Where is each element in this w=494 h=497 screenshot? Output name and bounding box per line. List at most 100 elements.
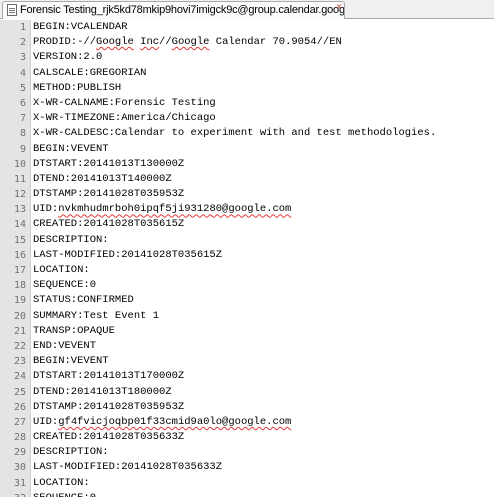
line-text: BEGIN:VCALENDAR — [33, 20, 128, 35]
code-area[interactable]: 1 BEGIN:VCALENDAR 2 PRODID:-//Google Inc//G… — [0, 20, 494, 497]
text-segment: STATUS:CONFIRMED — [33, 294, 134, 307]
line-number: 28 — [13, 432, 26, 444]
code-line[interactable]: 11 DTEND:20141013T140000Z — [0, 172, 494, 187]
code-line[interactable]: 4 CALSCALE:GREGORIAN — [0, 66, 494, 81]
line-number: 15 — [13, 234, 26, 246]
line-number: 1 — [19, 22, 26, 33]
code-line[interactable]: 5 METHOD:PUBLISH — [0, 81, 494, 96]
code-line[interactable]: 26 DTSTAMP:20141028T035953Z — [0, 400, 494, 415]
code-line[interactable]: 8 X-WR-CALDESC:Calendar to experiment wit… — [0, 126, 494, 141]
text-segment: CREATED:20141028T035615Z — [33, 218, 185, 231]
line-text: DTSTAMP:20141028T035953Z — [33, 400, 184, 415]
code-line[interactable]: 10 DTSTART:20141013T130000Z — [0, 157, 494, 172]
text-segment: TRANSP:OPAQUE — [33, 324, 115, 337]
text-segment: UID: — [33, 203, 59, 216]
code-line[interactable]: 16 LAST-MODIFIED:20141028T035615Z — [0, 248, 494, 263]
line-number: 11 — [13, 173, 26, 185]
line-text: X-WR-CALDESC:Calendar to experiment with… — [33, 126, 436, 141]
line-text: LOCATION: — [33, 263, 90, 278]
code-line[interactable]: 17 LOCATION: — [0, 263, 494, 278]
code-line[interactable]: 19 STATUS:CONFIRMED — [0, 293, 494, 308]
text-segment: X-WR-TIMEZONE:America/Chicago — [33, 112, 216, 125]
code-line[interactable]: 27 UID:gf4fvicjoqbp01f33cmid9a0lo@google.… — [0, 415, 494, 430]
code-line[interactable]: 30 LAST-MODIFIED:20141028T035633Z — [0, 460, 494, 475]
line-text: LAST-MODIFIED:20141028T035615Z — [33, 248, 222, 263]
line-text: CREATED:20141028T035633Z — [33, 430, 184, 445]
text-segment: Calendar 70.9054//EN — [209, 36, 342, 49]
code-line[interactable]: 6 X-WR-CALNAME:Forensic Testing — [0, 96, 494, 111]
code-line[interactable]: 31 LOCATION: — [0, 476, 494, 491]
text-segment: SEQUENCE:0 — [33, 492, 96, 497]
tab-title: Forensic Testing_rjk5kd78mkip9hovi7imigc… — [20, 4, 345, 16]
line-text: PRODID:-//Google Inc//Google Calendar 70… — [33, 35, 342, 50]
line-text: LOCATION: — [33, 476, 90, 491]
line-text: BEGIN:VEVENT — [33, 142, 109, 157]
code-line[interactable]: 32 SEQUENCE:0 — [0, 491, 494, 497]
code-line[interactable]: 29 DESCRIPTION: — [0, 445, 494, 460]
line-number: 9 — [19, 143, 26, 155]
code-line[interactable]: 14 CREATED:20141028T035615Z — [0, 217, 494, 232]
code-line[interactable]: 25 DTEND:20141013T180000Z — [0, 385, 494, 400]
line-number: 6 — [19, 97, 26, 109]
line-text: UID:gf4fvicjoqbp01f33cmid9a0lo@google.co… — [33, 415, 291, 430]
code-line[interactable]: 9 BEGIN:VEVENT — [0, 142, 494, 157]
text-segment: X-WR-CALNAME:Forensic Testing — [33, 96, 216, 109]
line-text: CALSCALE:GREGORIAN — [33, 66, 146, 81]
line-text: DTEND:20141013T140000Z — [33, 172, 172, 187]
text-segment: CALSCALE:GREGORIAN — [33, 66, 147, 79]
text-segment: LAST-MODIFIED:20141028T035615Z — [33, 248, 223, 261]
text-segment: DESCRIPTION: — [33, 446, 109, 459]
line-number: 12 — [13, 189, 26, 201]
line-number: 23 — [13, 356, 26, 368]
line-text: DESCRIPTION: — [33, 445, 109, 460]
line-text: DTSTAMP:20141028T035953Z — [33, 187, 184, 202]
line-text: UID:nvkmhudmrboh0ipqf5ji931280@google.co… — [33, 202, 291, 217]
text-segment: DTSTAMP:20141028T035953Z — [33, 400, 185, 413]
line-text: METHOD:PUBLISH — [33, 81, 121, 96]
line-number: 24 — [13, 371, 26, 383]
close-icon[interactable]: × — [335, 3, 343, 11]
text-segment: UID: — [33, 415, 59, 428]
line-number: 17 — [13, 265, 26, 276]
code-line[interactable]: 20 SUMMARY:Test Event 1 — [0, 309, 494, 324]
line-text: TRANSP:OPAQUE — [33, 324, 115, 339]
text-segment: SEQUENCE:0 — [33, 279, 97, 292]
line-text: SEQUENCE:0 — [33, 278, 96, 293]
misspelled-word: nvkmhudmrboh0ipqf5ji931280@google.com — [58, 203, 292, 216]
text-segment: SUMMARY:Test Event 1 — [33, 309, 160, 322]
code-line[interactable]: 21 TRANSP:OPAQUE — [0, 324, 494, 339]
line-number: 29 — [13, 447, 26, 459]
line-text: X-WR-CALNAME:Forensic Testing — [33, 96, 216, 111]
code-line[interactable]: 15 DESCRIPTION: — [0, 233, 494, 248]
text-segment: DTEND:20141013T140000Z — [33, 172, 172, 185]
code-line[interactable]: 22 END:VEVENT — [0, 339, 494, 354]
code-line[interactable]: 1 BEGIN:VCALENDAR — [0, 20, 494, 35]
line-number: 21 — [13, 325, 26, 337]
code-line[interactable]: 24 DTSTART:20141013T170000Z — [0, 369, 494, 384]
code-line[interactable]: 13 UID:nvkmhudmrboh0ipqf5ji931280@google.… — [0, 202, 494, 217]
text-editor[interactable]: 1 BEGIN:VCALENDAR 2 PRODID:-//Google Inc//G… — [0, 20, 494, 497]
code-line[interactable]: 18 SEQUENCE:0 — [0, 278, 494, 293]
line-number: 31 — [13, 477, 26, 489]
code-line[interactable]: 23 BEGIN:VEVENT — [0, 354, 494, 369]
line-number: 20 — [13, 310, 26, 322]
code-line[interactable]: 12 DTSTAMP:20141028T035953Z — [0, 187, 494, 202]
misspelled-word: gf4fvicjoqbp01f33cmid9a0lo@google.com — [58, 415, 292, 428]
code-line[interactable]: 28 CREATED:20141028T035633Z — [0, 430, 494, 445]
text-segment: // — [159, 36, 172, 49]
text-segment: DTSTAMP:20141028T035953Z — [33, 188, 185, 201]
code-line[interactable]: 2 PRODID:-//Google Inc//Google Calendar 7… — [0, 35, 494, 50]
line-number: 14 — [13, 219, 26, 231]
code-line[interactable]: 3 VERSION:2.0 — [0, 50, 494, 65]
line-number: 19 — [13, 295, 26, 307]
line-number: 30 — [13, 462, 26, 474]
text-segment: LAST-MODIFIED:20141028T035633Z — [33, 461, 223, 474]
line-number: 16 — [13, 249, 26, 261]
misspelled-word: Google — [96, 36, 134, 49]
file-tab[interactable]: Forensic Testing_rjk5kd78mkip9hovi7imigc… — [2, 1, 345, 19]
text-segment: BEGIN:VEVENT — [33, 355, 109, 368]
line-number: 4 — [19, 67, 26, 79]
code-line[interactable]: 7 X-WR-TIMEZONE:America/Chicago — [0, 111, 494, 126]
line-text: BEGIN:VEVENT — [33, 354, 109, 369]
line-number: 25 — [13, 386, 26, 398]
